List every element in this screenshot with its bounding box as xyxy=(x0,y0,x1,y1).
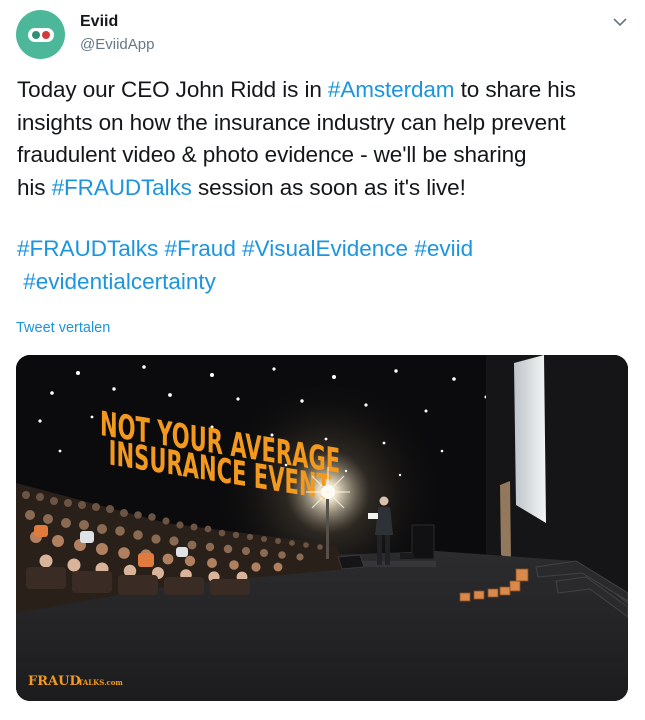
svg-text:TALKS.com: TALKS.com xyxy=(78,678,123,687)
display-name[interactable]: Eviid xyxy=(80,13,118,31)
translate-tweet-link[interactable]: Tweet vertalen xyxy=(16,320,110,336)
hashtag-link[interactable]: #Fraud xyxy=(165,236,236,261)
user-handle[interactable]: @EviidApp xyxy=(80,36,154,53)
hashtag-link[interactable]: #FRAUDTalks xyxy=(52,175,192,200)
eviid-logo-icon xyxy=(27,27,54,42)
hashtag-link[interactable]: #VisualEvidence xyxy=(242,236,408,261)
hashtag-list: #FRAUDTalks #Fraud #VisualEvidence #evii… xyxy=(17,233,637,298)
tweet-text: Today our CEO John Ridd is in #Amsterdam… xyxy=(17,74,637,204)
projection-screen xyxy=(514,355,546,523)
event-photo: NOT YOUR AVERAGE INSURANCE EVENT FRAUD T… xyxy=(16,355,628,701)
tweet-text-line: insights on how the insurance industry c… xyxy=(17,109,566,135)
avatar[interactable] xyxy=(16,10,65,59)
hashtag-link[interactable]: #FRAUDTalks xyxy=(17,236,158,261)
chevron-down-icon[interactable] xyxy=(612,14,628,30)
tweet-text-line: Today our CEO John Ridd is in #Amsterdam… xyxy=(17,77,576,102)
tweet-text-line: fraudulent video & photo evidence - we'l… xyxy=(17,142,527,167)
hashtag-link[interactable]: #Amsterdam xyxy=(328,77,455,102)
tweet-text-line: his #FRAUDTalks session as soon as it's … xyxy=(17,174,466,200)
svg-text:FRAUD: FRAUD xyxy=(28,674,81,689)
hashtag-link[interactable]: #eviid xyxy=(414,236,473,261)
tweet-photo[interactable]: NOT YOUR AVERAGE INSURANCE EVENT FRAUD T… xyxy=(16,355,628,701)
hashtag-link[interactable]: #evidentialcertainty xyxy=(23,269,216,294)
